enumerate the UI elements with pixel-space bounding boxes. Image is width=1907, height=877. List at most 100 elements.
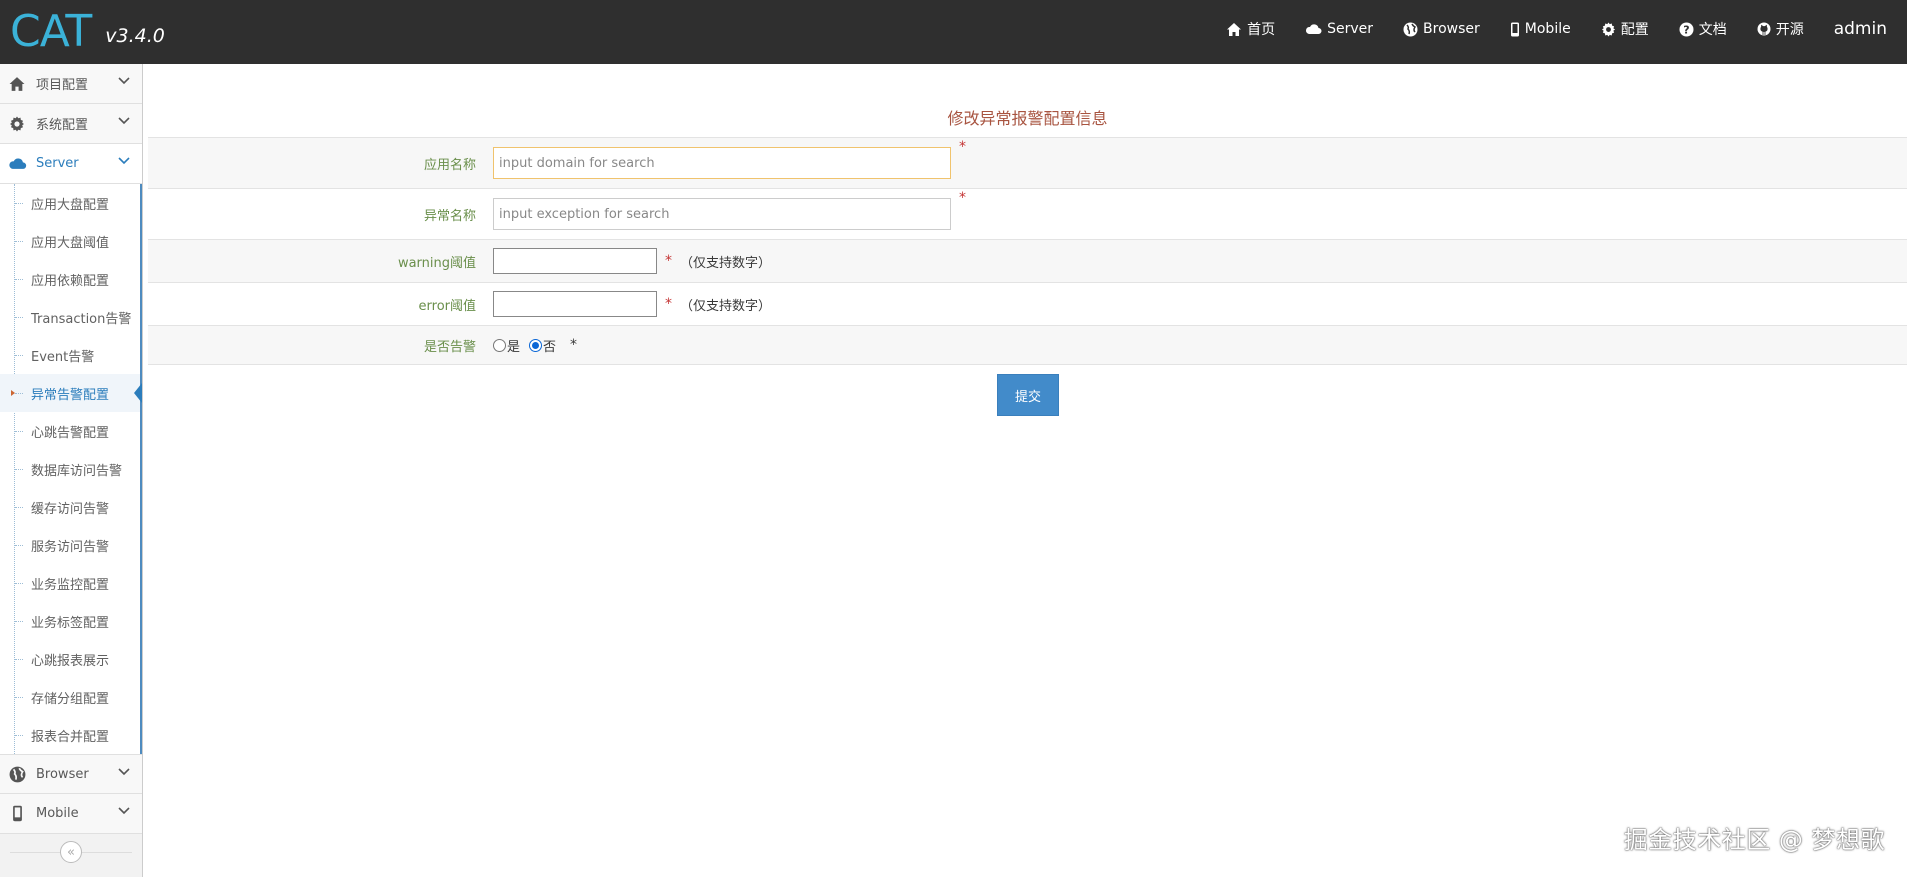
nav-mobile-label: Mobile	[1524, 21, 1571, 37]
form-row-error: error阈值 * （仅支持数字）	[148, 282, 1907, 325]
form-row-warning: warning阈值 * （仅支持数字）	[148, 239, 1907, 282]
sidebar-group-label: Mobile	[36, 806, 79, 821]
nav-server[interactable]: Server	[1305, 21, 1373, 37]
sidebar-item-app-dashboard-threshold[interactable]: 应用大盘阈值	[0, 222, 140, 260]
radio-label: 否	[543, 339, 557, 355]
sidebar-item-business-monitor-config[interactable]: 业务监控配置	[0, 564, 140, 602]
domain-input[interactable]	[493, 147, 951, 179]
required-mark: *	[665, 296, 672, 312]
form-row-alarm: 是否告警 是 否 *	[148, 325, 1907, 365]
nav-opensource[interactable]: 开源	[1757, 19, 1804, 39]
version-label: v3.4.0	[105, 25, 165, 47]
mobile-icon	[1510, 22, 1519, 36]
required-mark: *	[959, 139, 966, 155]
nav-home[interactable]: 首页	[1226, 19, 1275, 39]
sidebar-item-service-access-alert[interactable]: 服务访问告警	[0, 526, 140, 564]
alarm-label: 是否告警	[423, 339, 476, 355]
radio-label: 是	[507, 339, 521, 355]
form-title: 修改异常报警配置信息	[947, 109, 1108, 128]
sidebar-item-label: 异常告警配置	[31, 387, 110, 403]
sidebar-group-label: 项目配置	[36, 78, 89, 93]
server-submenu: 应用大盘配置 应用大盘阈值 应用依赖配置 Transaction告警 Event…	[0, 184, 142, 754]
radio-unchecked-icon	[493, 338, 506, 352]
sidebar-item-event-alert[interactable]: Event告警	[0, 336, 140, 374]
gear-icon	[1601, 21, 1615, 37]
sidebar-group-label: Browser	[36, 766, 89, 782]
sidebar-group-label: 系统配置	[36, 118, 89, 133]
chevron-down-icon	[118, 117, 130, 125]
sidebar-group-server[interactable]: Server	[0, 144, 142, 184]
sidebar-item-heartbeat-alert-config[interactable]: 心跳告警配置	[0, 412, 140, 450]
exception-input[interactable]	[493, 198, 951, 230]
cloud-icon	[1306, 24, 1322, 34]
sidebar-collapse-bar: «	[0, 834, 142, 870]
cloud-icon	[7, 157, 27, 170]
warning-threshold-input[interactable]	[493, 248, 657, 274]
sidebar-item-app-dependency-config[interactable]: 应用依赖配置	[0, 260, 140, 298]
numeric-hint: （仅支持数字）	[680, 298, 772, 314]
required-mark: *	[959, 190, 966, 206]
top-nav: 首页 Server Browser Mobile 配置 ? 文档 开源 admi…	[1196, 0, 1907, 58]
nav-docs[interactable]: ? 文档	[1679, 19, 1727, 39]
sidebar-item-storage-group-config[interactable]: 存储分组配置	[0, 678, 140, 716]
domain-label: 应用名称	[423, 157, 476, 173]
home-icon	[7, 76, 27, 92]
sidebar-group-browser[interactable]: Browser	[0, 754, 142, 794]
nav-opensource-label: 开源	[1775, 22, 1804, 38]
home-icon	[1227, 22, 1242, 36]
gear-icon	[7, 116, 27, 132]
nav-config[interactable]: 配置	[1601, 19, 1649, 39]
sidebar-group-project-config[interactable]: 项目配置	[0, 64, 142, 104]
nav-home-label: 首页	[1247, 22, 1276, 38]
question-circle-icon: ?	[1679, 22, 1694, 36]
cat-logo: CAT	[10, 6, 92, 57]
user-menu[interactable]: admin	[1834, 19, 1887, 39]
submit-button[interactable]: 提交	[997, 374, 1059, 416]
radio-checked-icon	[529, 338, 543, 352]
sidebar-item-database-access-alert[interactable]: 数据库访问告警	[0, 450, 140, 488]
form-row-domain: 应用名称 *	[148, 137, 1907, 188]
exception-label: 异常名称	[423, 208, 476, 224]
sidebar-item-report-merge-config[interactable]: 报表合并配置	[0, 716, 140, 754]
sidebar-group-system-config[interactable]: 系统配置	[0, 104, 142, 144]
top-navbar: CAT v3.4.0 首页 Server Browser Mobile 配置 ?…	[0, 0, 1907, 64]
main-content: 修改异常报警配置信息 应用名称 * 异常名称 * warning阈值 * （仅支…	[148, 64, 1907, 877]
nav-browser[interactable]: Browser	[1403, 21, 1480, 37]
alarm-yes-radio[interactable]: 是	[493, 336, 520, 355]
form-row-exception: 异常名称 *	[148, 188, 1907, 239]
chevron-down-icon	[118, 157, 130, 165]
active-caret-icon	[11, 390, 15, 396]
sidebar-item-cache-access-alert[interactable]: 缓存访问告警	[0, 488, 140, 526]
globe-icon	[7, 766, 27, 783]
warning-label: warning阈值	[397, 255, 476, 271]
nav-mobile[interactable]: Mobile	[1510, 21, 1571, 37]
globe-icon	[1403, 22, 1418, 36]
collapse-sidebar-button[interactable]: «	[60, 841, 82, 863]
nav-config-label: 配置	[1620, 22, 1649, 38]
sidebar-item-heartbeat-report[interactable]: 心跳报表展示	[0, 640, 140, 678]
sidebar-item-app-dashboard-config[interactable]: 应用大盘配置	[0, 184, 140, 222]
required-mark: *	[665, 253, 672, 269]
numeric-hint: （仅支持数字）	[680, 255, 772, 271]
nav-server-label: Server	[1327, 21, 1374, 37]
chevron-down-icon	[118, 77, 130, 85]
mobile-icon	[7, 805, 27, 822]
sidebar-item-exception-alert-config[interactable]: 异常告警配置	[0, 374, 142, 412]
error-threshold-input[interactable]	[493, 291, 657, 317]
chevron-down-icon	[118, 807, 130, 815]
brand[interactable]: CAT v3.4.0	[10, 6, 165, 58]
svg-text:?: ?	[1683, 23, 1689, 36]
required-mark: *	[570, 337, 578, 353]
sidebar-item-transaction-alert[interactable]: Transaction告警	[0, 298, 140, 336]
sidebar-item-business-tag-config[interactable]: 业务标签配置	[0, 602, 140, 640]
alarm-no-radio[interactable]: 否	[529, 336, 556, 355]
watermark: 掘金技术社区 @ 梦想歌	[1623, 826, 1885, 854]
error-label: error阈值	[418, 298, 476, 314]
nav-docs-label: 文档	[1698, 22, 1727, 38]
nav-browser-label: Browser	[1423, 21, 1480, 37]
github-icon	[1757, 22, 1771, 36]
chevron-down-icon	[118, 768, 130, 776]
sidebar-group-label: Server	[36, 156, 79, 171]
sidebar: 项目配置 系统配置 Server 应用大盘配置 应用大盘阈值 应用依赖配置 Tr…	[0, 64, 143, 877]
sidebar-group-mobile[interactable]: Mobile	[0, 794, 142, 834]
